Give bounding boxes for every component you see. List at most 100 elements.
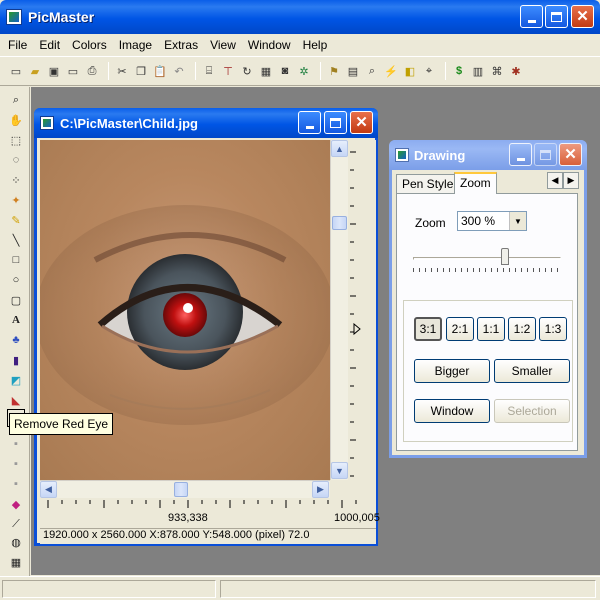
print-icon[interactable]: ⎙ bbox=[84, 63, 100, 79]
menu-edit[interactable]: Edit bbox=[33, 38, 66, 52]
clipboard-icon[interactable]: ▤ bbox=[345, 63, 361, 79]
magic-select-icon[interactable]: ⁘ bbox=[7, 171, 25, 189]
chevron-down-icon[interactable]: ▼ bbox=[509, 212, 526, 230]
drawing-minimize-button[interactable] bbox=[509, 143, 532, 166]
tab-right-arrow-icon[interactable]: ▶ bbox=[563, 172, 579, 189]
tag-icon[interactable]: ◧ bbox=[402, 63, 418, 79]
export-icon[interactable]: ▭ bbox=[65, 63, 81, 79]
search-icon[interactable]: ⌕ bbox=[364, 63, 380, 79]
scroll-left-arrow-icon[interactable]: ◀ bbox=[40, 481, 57, 498]
image-window-title-bar[interactable]: C:\PicMaster\Child.jpg ✕ bbox=[34, 108, 378, 138]
rectangle-icon[interactable]: □ bbox=[7, 251, 25, 269]
zoom-select[interactable]: 300 % ▼ bbox=[457, 211, 527, 231]
gradient-icon[interactable]: ◩ bbox=[7, 371, 25, 389]
tab-zoom[interactable]: Zoom bbox=[454, 172, 497, 194]
image-window-icon[interactable] bbox=[40, 116, 54, 130]
zoom-slider-thumb[interactable] bbox=[500, 248, 509, 265]
rotate-icon[interactable]: ↻ bbox=[239, 63, 255, 79]
stamp-icon[interactable]: ▦ bbox=[7, 553, 25, 571]
clone-icon[interactable]: ▪ bbox=[7, 435, 25, 453]
minimize-button[interactable] bbox=[520, 5, 543, 28]
ratio-1-3-button[interactable]: 1:3 bbox=[539, 317, 567, 341]
ratio-2-1-button[interactable]: 2:1 bbox=[446, 317, 474, 341]
bigger-button[interactable]: Bigger bbox=[414, 359, 490, 383]
image-maximize-button[interactable] bbox=[324, 111, 347, 134]
image-close-button[interactable]: ✕ bbox=[350, 111, 373, 134]
vertical-scrollbar[interactable]: ▲ ▼ bbox=[330, 140, 348, 480]
cut-icon[interactable]: ✂ bbox=[114, 63, 130, 79]
save-icon[interactable]: ▣ bbox=[46, 63, 62, 79]
smaller-button[interactable]: Smaller bbox=[494, 359, 570, 383]
gallery-icon[interactable]: ▦ bbox=[258, 63, 274, 79]
ratio-1-2-button[interactable]: 1:2 bbox=[508, 317, 536, 341]
lasso-icon[interactable]: ◌ bbox=[7, 151, 25, 169]
menu-help[interactable]: Help bbox=[297, 38, 334, 52]
window-button[interactable]: Window bbox=[414, 399, 490, 423]
menu-window[interactable]: Window bbox=[242, 38, 297, 52]
horizontal-scroll-thumb[interactable] bbox=[174, 482, 188, 497]
tab-pen-style[interactable]: Pen Style bbox=[396, 174, 460, 194]
scroll-down-arrow-icon[interactable]: ▼ bbox=[331, 462, 348, 479]
scroll-up-arrow-icon[interactable]: ▲ bbox=[331, 140, 348, 157]
menu-colors[interactable]: Colors bbox=[66, 38, 113, 52]
spray-icon[interactable]: ◍ bbox=[7, 533, 25, 551]
open-icon[interactable]: ▰ bbox=[27, 63, 43, 79]
scroll-right-arrow-icon[interactable]: ▶ bbox=[312, 481, 329, 498]
eraser-icon[interactable]: ◣ bbox=[7, 391, 25, 409]
ellipse-icon[interactable]: ○ bbox=[7, 271, 25, 289]
copy-icon[interactable]: ❐ bbox=[133, 63, 149, 79]
hand-tool-icon[interactable]: ✋ bbox=[7, 111, 25, 129]
drawing-window-icon[interactable] bbox=[395, 148, 409, 162]
ratio-1-1-button[interactable]: 1:1 bbox=[477, 317, 505, 341]
zoom-slider-track[interactable] bbox=[413, 257, 561, 260]
drawing-window[interactable]: Drawing ✕ Pen Style Zoom ◀ ▶ Zoom 300 % … bbox=[389, 140, 587, 458]
zoom-tool-icon[interactable]: ⌕ bbox=[7, 91, 25, 109]
image-window[interactable]: C:\PicMaster\Child.jpg ✕ ▲ ▼ ◀ ▶ 933,338… bbox=[34, 108, 380, 546]
selection-button[interactable]: Selection bbox=[494, 399, 570, 423]
color-replace-icon[interactable]: ◆ bbox=[7, 495, 25, 513]
pencil-icon[interactable]: ✎ bbox=[7, 211, 25, 229]
drawing-maximize-button[interactable] bbox=[534, 143, 557, 166]
pin-icon[interactable]: ⌖ bbox=[421, 63, 437, 79]
fill-icon[interactable]: ♣ bbox=[7, 331, 25, 349]
main-title-bar[interactable]: PicMaster ✕ bbox=[0, 0, 600, 34]
crop-icon[interactable]: ⊤ bbox=[220, 63, 236, 79]
app-icon[interactable] bbox=[6, 9, 22, 25]
line-icon[interactable]: ╲ bbox=[7, 231, 25, 249]
vertical-scroll-thumb[interactable] bbox=[332, 216, 347, 230]
rounded-rect-icon[interactable]: ▢ bbox=[7, 291, 25, 309]
settings-icon[interactable]: ✲ bbox=[296, 63, 312, 79]
new-icon[interactable]: ▭ bbox=[8, 63, 24, 79]
rect-select-icon[interactable]: ⬚ bbox=[7, 131, 25, 149]
text-icon[interactable]: A bbox=[7, 311, 25, 329]
brush-icon[interactable]: ▮ bbox=[7, 351, 25, 369]
maximize-button[interactable] bbox=[545, 5, 568, 28]
flash-icon[interactable]: ⚡ bbox=[383, 63, 399, 79]
menu-extras[interactable]: Extras bbox=[158, 38, 204, 52]
ratio-3-1-button[interactable]: 3:1 bbox=[414, 317, 442, 341]
find-icon[interactable]: ⚑ bbox=[326, 63, 342, 79]
tree-icon[interactable]: ⌘ bbox=[489, 63, 505, 79]
paste-icon[interactable]: 📋 bbox=[152, 63, 168, 79]
dropper-icon[interactable]: ⟋ bbox=[7, 515, 25, 533]
drawing-close-button[interactable]: ✕ bbox=[559, 143, 582, 166]
horizontal-scrollbar[interactable]: ◀ ▶ bbox=[40, 480, 330, 498]
undo-icon[interactable]: ↶ bbox=[171, 63, 187, 79]
wand-icon[interactable]: ✦ bbox=[7, 191, 25, 209]
barcode-icon[interactable]: ▥ bbox=[470, 63, 486, 79]
drawing-window-title-bar[interactable]: Drawing ✕ bbox=[389, 140, 587, 170]
scan-icon[interactable]: ⌸ bbox=[201, 63, 217, 79]
image-minimize-button[interactable] bbox=[298, 111, 321, 134]
close-button[interactable]: ✕ bbox=[571, 5, 594, 28]
camera-icon[interactable]: ◙ bbox=[277, 63, 293, 79]
bug-icon[interactable]: ✱ bbox=[508, 63, 524, 79]
menu-image[interactable]: Image bbox=[113, 38, 158, 52]
sharpen-icon[interactable]: ▪ bbox=[7, 475, 25, 493]
tab-left-arrow-icon[interactable]: ◀ bbox=[547, 172, 563, 189]
zoom-select-value: 300 % bbox=[461, 214, 496, 228]
menu-view[interactable]: View bbox=[204, 38, 242, 52]
menu-file[interactable]: File bbox=[2, 38, 33, 52]
image-status-bar: 1920.000 x 2560.000 X:878.000 Y:548.000 … bbox=[40, 528, 376, 544]
smudge-icon[interactable]: ▪ bbox=[7, 455, 25, 473]
dollar-icon[interactable]: $ bbox=[451, 63, 467, 79]
